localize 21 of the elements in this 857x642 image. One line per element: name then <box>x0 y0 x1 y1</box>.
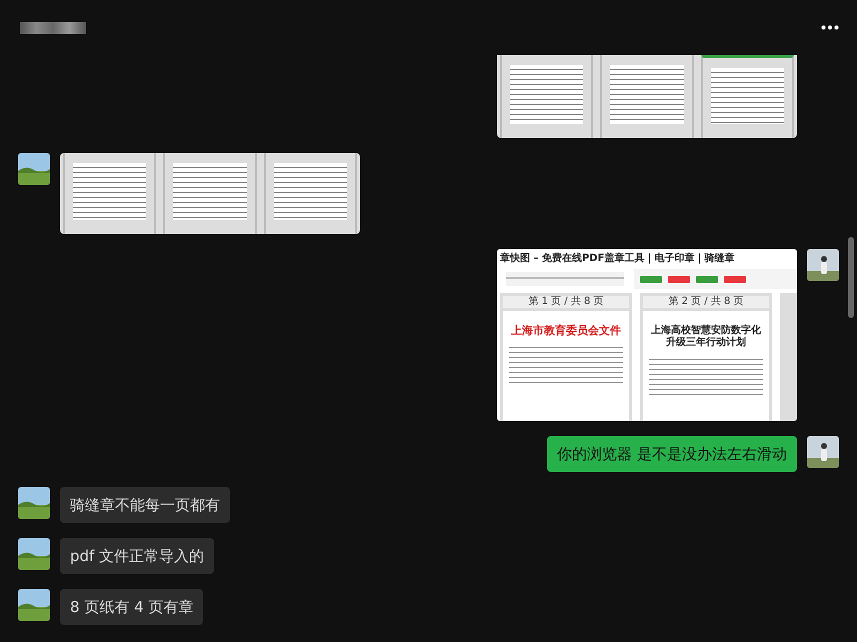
message-bubble: pdf 文件正常导入的 <box>60 538 214 574</box>
scrollbar-thumb[interactable] <box>848 237 854 318</box>
message-bubble: 你的浏览器 是不是没办法左右滑动 <box>547 436 797 472</box>
message-bubble: 8 页纸有 4 页有章 <box>60 589 204 625</box>
document-pages-picture[interactable] <box>497 55 797 138</box>
page-heading: 上海市教育委员会文件 <box>511 325 621 337</box>
avatar[interactable] <box>807 249 839 281</box>
stamp-button[interactable] <box>640 276 662 282</box>
redacted-title <box>20 22 86 34</box>
document-pages-picture[interactable] <box>60 153 360 234</box>
page-title: 章快图 – 免费在线PDF盖章工具｜电子印章｜骑缝章 <box>500 252 736 266</box>
message-bubble: 骑缝章不能每一页都有 <box>60 487 230 523</box>
page-label: 第 2 页 / 共 8 页 <box>643 296 769 308</box>
page-heading: 上海高校智慧安防数字化升级三年行动计划 <box>650 325 762 349</box>
avatar[interactable] <box>807 436 839 468</box>
web-page-screenshot[interactable]: 章快图 – 免费在线PDF盖章工具｜电子印章｜骑缝章 第 1 页 / 共 8 页 上海市教育委员会文件 第 2 页 / 共 8 页 上海高校智慧安防数字化升级三年行动计划 <box>497 249 797 421</box>
more-icon[interactable] <box>821 25 839 30</box>
stamp-button[interactable] <box>696 276 718 282</box>
page-label: 第 1 页 / 共 8 页 <box>503 296 629 308</box>
stamp-button[interactable] <box>668 276 690 282</box>
stamp-button[interactable] <box>724 276 746 282</box>
